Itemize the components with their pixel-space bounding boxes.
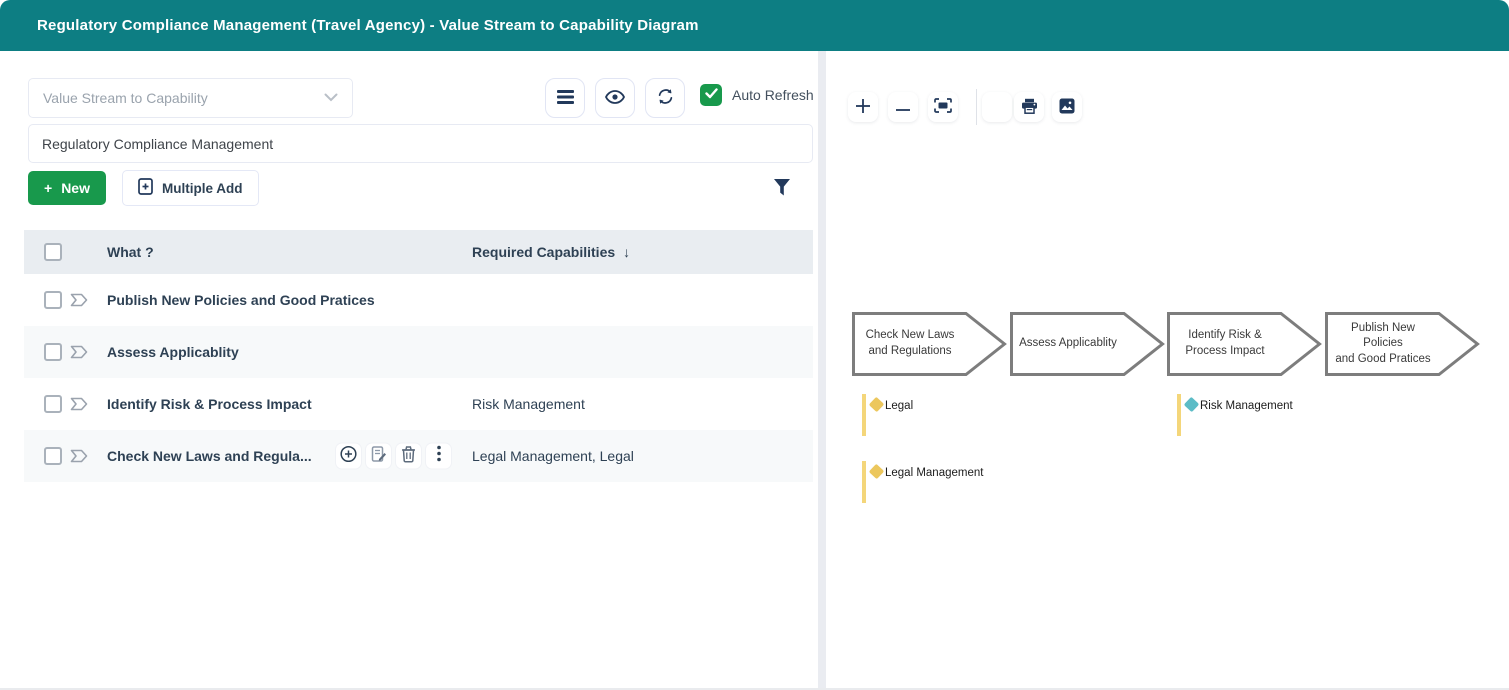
row-checkbox[interactable] [44, 343, 62, 361]
circle-plus-icon [340, 445, 357, 467]
column-header-capabilities-label: Required Capabilities [472, 244, 615, 260]
app-window: Regulatory Compliance Management (Travel… [0, 0, 1509, 690]
stage-chevron-icon [70, 449, 88, 468]
diagram-panel: Check New Laws and Regulations Assess Ap… [826, 51, 1509, 690]
row-capabilities: Legal Management, Legal [472, 448, 634, 464]
fit-screen-icon [934, 98, 952, 116]
table-row[interactable]: Identify Risk & Process Impact Risk Mana… [24, 378, 813, 430]
new-button[interactable]: + New [28, 171, 106, 205]
row-checkbox[interactable] [44, 291, 62, 309]
diagram-type-value: Value Stream to Capability [43, 90, 324, 106]
value-stream-stage[interactable]: Check New Laws and Regulations [852, 312, 1007, 376]
edit-row-button[interactable] [366, 444, 391, 469]
stage-label: Publish New Policies and Good Pratices [1330, 312, 1436, 376]
minus-icon [895, 100, 911, 115]
value-stream-table: What ? Required Capabilities ↓ Publish N… [24, 230, 813, 482]
capability-label: Legal Management [885, 467, 983, 479]
capability-bar [862, 461, 866, 503]
menu-button[interactable] [545, 78, 585, 118]
stage-label: Check New Laws and Regulations [857, 312, 963, 376]
auto-refresh-label: Auto Refresh [732, 87, 814, 103]
value-stream-stage[interactable]: Publish New Policies and Good Pratices [1325, 312, 1480, 376]
plus-icon [855, 98, 871, 117]
refresh-icon [657, 88, 674, 108]
image-icon [1059, 98, 1075, 117]
row-checkbox[interactable] [44, 395, 62, 413]
row-capabilities: Risk Management [472, 396, 585, 412]
capability-bar [1177, 394, 1181, 436]
filter-funnel-icon [773, 184, 791, 201]
value-stream-stage[interactable]: Identify Risk & Process Impact [1167, 312, 1322, 376]
edit-note-icon [371, 445, 387, 467]
plus-icon: + [44, 180, 52, 196]
check-icon [705, 86, 718, 104]
panel-divider[interactable] [818, 51, 826, 690]
column-header-what[interactable]: What ? [107, 244, 154, 260]
capability-label: Legal [885, 400, 913, 412]
capability-diamond-icon [869, 397, 885, 413]
new-button-label: New [61, 180, 90, 196]
delete-row-button[interactable] [396, 444, 421, 469]
column-header-capabilities[interactable]: Required Capabilities ↓ [472, 244, 630, 260]
table-header-row: What ? Required Capabilities ↓ [24, 230, 813, 274]
sort-desc-icon: ↓ [623, 244, 630, 260]
chevron-down-icon [324, 89, 338, 107]
diagram-name-input[interactable] [28, 124, 813, 163]
fit-to-screen-button[interactable] [928, 92, 958, 122]
trash-icon [401, 445, 416, 467]
row-what: Publish New Policies and Good Pratices [107, 292, 375, 308]
table-row[interactable]: Publish New Policies and Good Pratices [24, 274, 813, 326]
filter-button[interactable] [773, 178, 793, 198]
row-what: Check New Laws and Regula... [107, 448, 312, 464]
print-button[interactable] [1014, 92, 1044, 122]
row-action-buttons [336, 444, 451, 469]
auto-refresh-checkbox[interactable] [700, 84, 722, 106]
capability-label: Risk Management [1200, 400, 1293, 412]
row-what: Assess Applicablity [107, 344, 239, 360]
capability-diamond-icon [1184, 397, 1200, 413]
zoom-out-button[interactable] [888, 92, 918, 122]
add-capability-button[interactable] [336, 444, 361, 469]
row-checkbox[interactable] [44, 447, 62, 465]
multiple-add-button[interactable]: Multiple Add [122, 170, 259, 206]
title-bar: Regulatory Compliance Management (Travel… [0, 0, 1509, 51]
capability-diamond-icon [869, 464, 885, 480]
capability-bar [862, 394, 866, 436]
hamburger-icon [557, 90, 574, 107]
stage-chevron-icon [70, 397, 88, 416]
table-row[interactable]: Assess Applicablity [24, 326, 813, 378]
preview-button[interactable] [595, 78, 635, 118]
toolbar-separator [976, 89, 977, 125]
blank-tool-button[interactable] [982, 92, 1012, 122]
stage-chevron-icon [70, 345, 88, 364]
editor-panel: Value Stream to Capability [0, 51, 818, 690]
auto-refresh-control: Auto Refresh [700, 84, 814, 106]
value-stream-stage[interactable]: Assess Applicablity [1010, 312, 1165, 376]
zoom-in-button[interactable] [848, 92, 878, 122]
stage-chevron-icon [70, 293, 88, 312]
row-what: Identify Risk & Process Impact [107, 396, 312, 412]
kebab-menu-icon [437, 446, 441, 467]
diagram-type-select[interactable]: Value Stream to Capability [28, 78, 353, 118]
page-title: Regulatory Compliance Management (Travel… [0, 17, 699, 34]
select-all-checkbox[interactable] [44, 243, 62, 261]
stage-label: Assess Applicablity [1015, 312, 1121, 376]
export-image-button[interactable] [1052, 92, 1082, 122]
table-row[interactable]: Check New Laws and Regula... [24, 430, 813, 482]
refresh-button[interactable] [645, 78, 685, 118]
stage-label: Identify Risk & Process Impact [1172, 312, 1278, 376]
row-more-button[interactable] [426, 444, 451, 469]
multiple-add-label: Multiple Add [162, 181, 243, 196]
eye-icon [605, 90, 625, 107]
multiple-add-icon [138, 178, 153, 198]
printer-icon [1021, 98, 1038, 117]
